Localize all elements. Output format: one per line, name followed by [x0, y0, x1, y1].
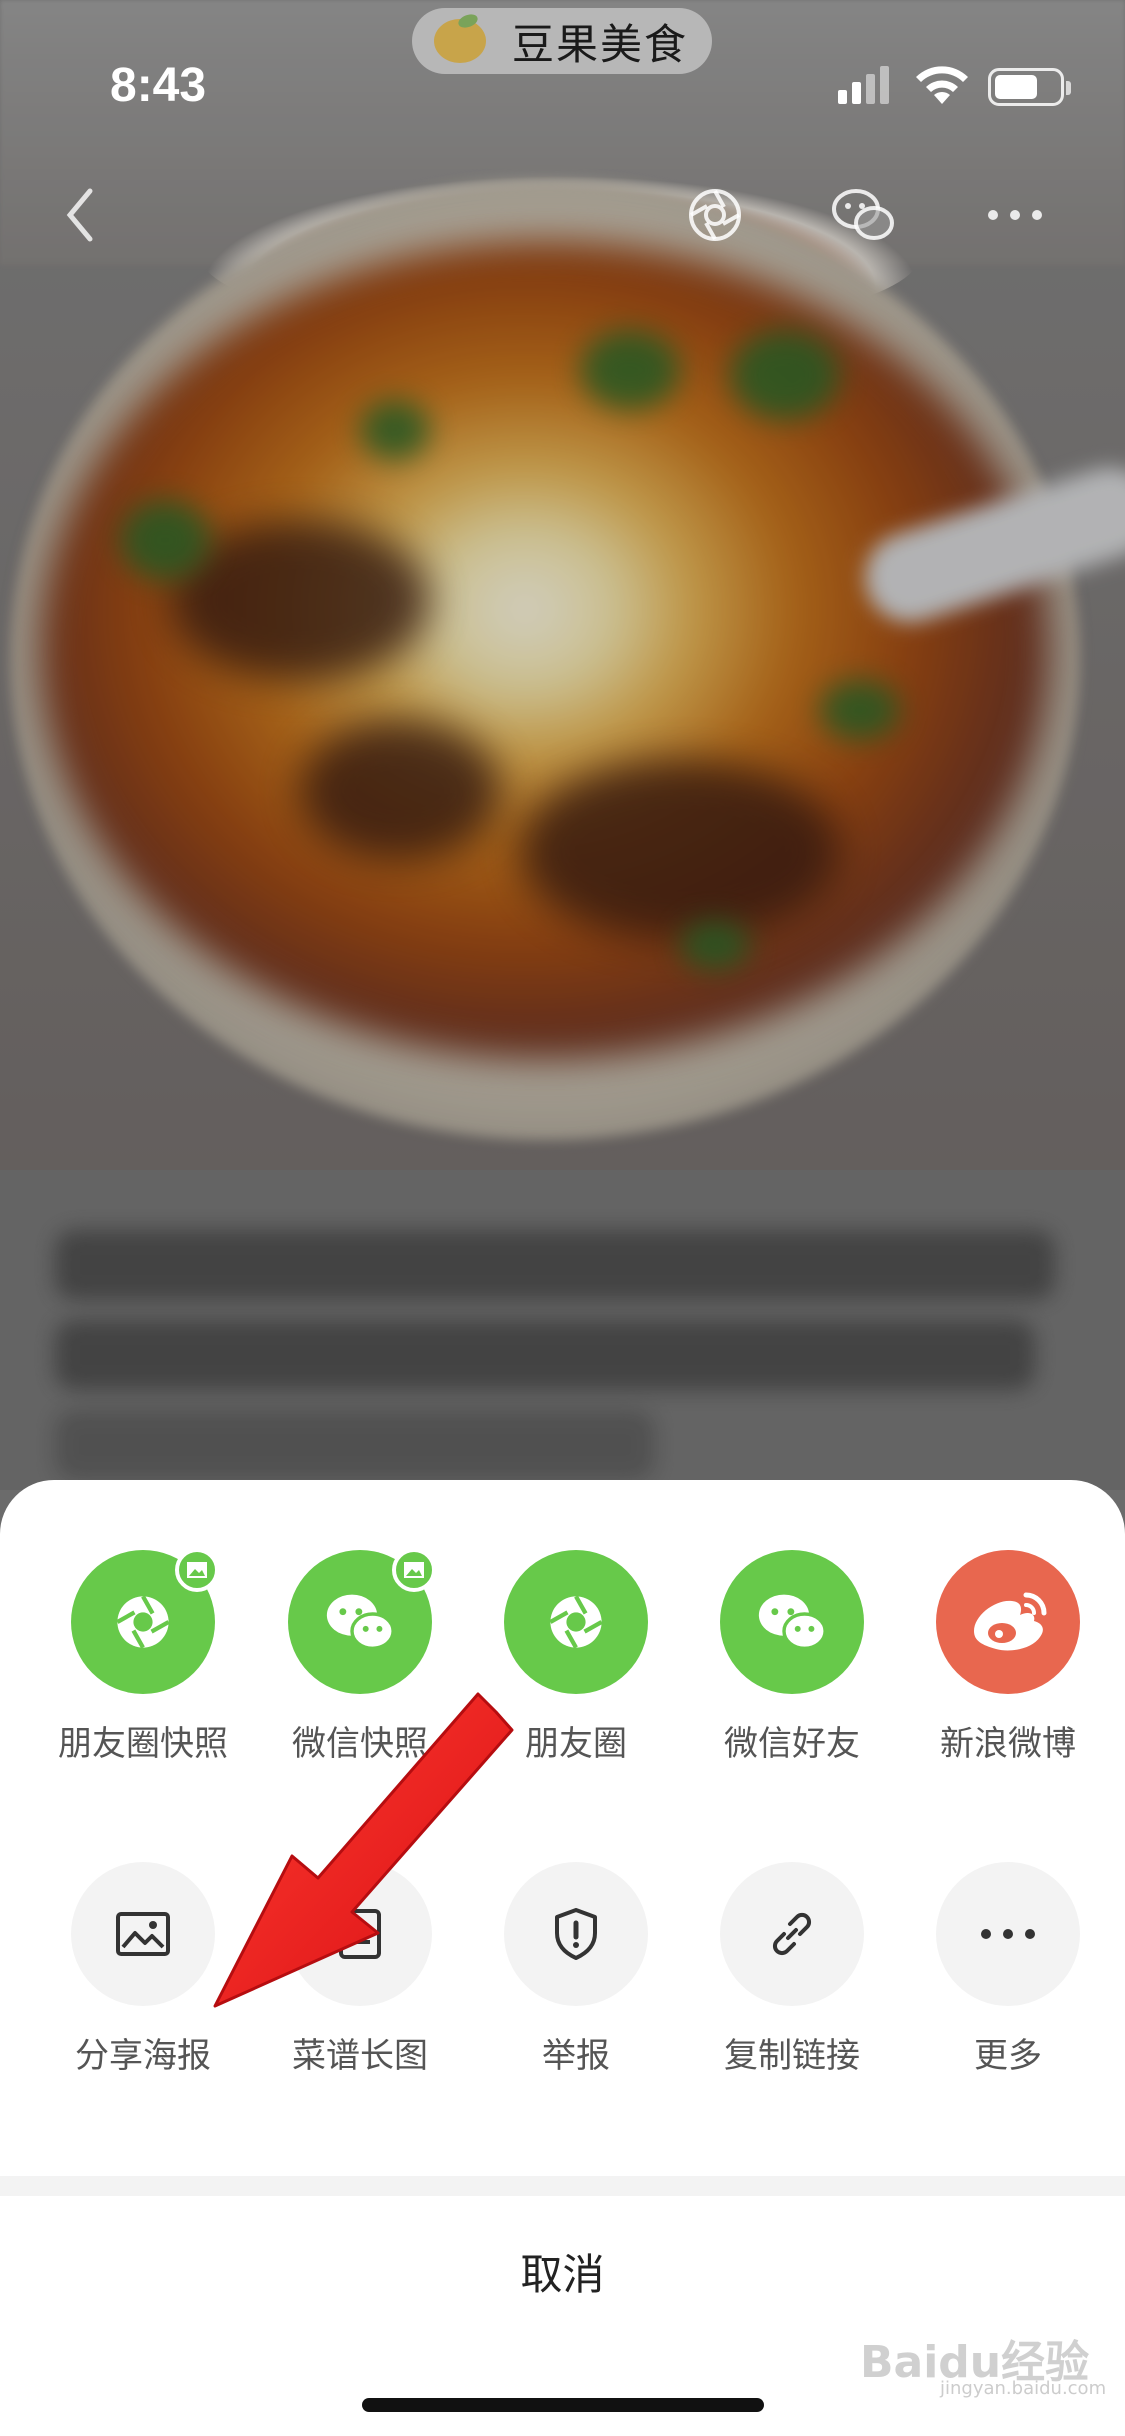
- share-label: 微信好友: [724, 1724, 860, 1764]
- share-moments[interactable]: 朋友圈: [486, 1550, 666, 1765]
- back-icon[interactable]: [45, 180, 115, 250]
- report-button[interactable]: 举报: [486, 1862, 666, 2077]
- action-label: 举报: [542, 2036, 610, 2076]
- image-badge-icon: [392, 1548, 436, 1592]
- more-options-icon[interactable]: [980, 180, 1050, 250]
- wechat-share-icon[interactable]: [828, 180, 898, 250]
- wifi-icon: [916, 66, 968, 104]
- watermark-url: jingyan.baidu.com: [940, 2378, 1107, 2399]
- cellular-signal-icon: [838, 64, 889, 104]
- action-label: 分享海报: [75, 2036, 211, 2076]
- copy-link-button[interactable]: 复制链接: [702, 1862, 882, 2077]
- share-sheet: 朋友圈快照 微信快照 朋友圈 微信好友 新浪微博 分享海报 菜谱长图 举报 复制…: [0, 1480, 1125, 2436]
- more-button[interactable]: 更多: [918, 1862, 1098, 2077]
- poster-icon: [116, 1912, 170, 1956]
- link-icon: [772, 1912, 812, 1956]
- report-shield-icon: [555, 1908, 597, 1960]
- share-label: 新浪微博: [940, 1724, 1076, 1764]
- sheet-backdrop[interactable]: [0, 0, 1125, 1490]
- battery-icon: [988, 68, 1071, 106]
- share-wechat-friend[interactable]: 微信好友: [702, 1550, 882, 1765]
- share-wechat-snapshot[interactable]: 微信快照: [270, 1548, 450, 1765]
- share-targets-row: 朋友圈快照 微信快照 朋友圈 微信好友 新浪微博: [0, 1548, 1125, 1800]
- share-label: 朋友圈: [525, 1724, 627, 1764]
- share-moments-snapshot[interactable]: 朋友圈快照: [53, 1548, 233, 1765]
- moments-snapshot-icon: [116, 1595, 170, 1649]
- action-label: 菜谱长图: [292, 2036, 428, 2076]
- app-name: 豆果美食: [512, 19, 689, 69]
- share-label: 微信快照: [292, 1724, 428, 1764]
- recipe-long-image-button[interactable]: 菜谱长图: [270, 1862, 450, 2077]
- action-label: 复制链接: [724, 2036, 860, 2076]
- cancel-button[interactable]: 取消: [0, 2196, 1125, 2346]
- app-name-pill: 豆果美食: [412, 8, 712, 74]
- wechat-friend-icon: [758, 1594, 827, 1650]
- share-weibo[interactable]: 新浪微博: [918, 1550, 1098, 1765]
- status-bar: 8:43 豆果美食: [0, 0, 1125, 150]
- action-label: 更多: [974, 2036, 1042, 2076]
- home-indicator[interactable]: [362, 2398, 764, 2412]
- actions-row: 分享海报 菜谱长图 举报 复制链接 更多: [0, 1862, 1125, 2112]
- long-image-icon: [339, 1909, 381, 1959]
- weibo-icon: [974, 1592, 1047, 1651]
- moments-icon: [549, 1595, 603, 1649]
- share-poster-button[interactable]: 分享海报: [53, 1862, 233, 2077]
- more-icon: [981, 1929, 1035, 1939]
- app-logo-icon: [434, 19, 486, 63]
- wechat-snapshot-icon: [326, 1594, 395, 1650]
- image-badge-icon: [175, 1548, 219, 1592]
- status-time: 8:43: [110, 59, 207, 112]
- sheet-divider: [0, 2176, 1125, 2196]
- share-label: 朋友圈快照: [58, 1724, 228, 1764]
- moments-share-icon[interactable]: [680, 180, 750, 250]
